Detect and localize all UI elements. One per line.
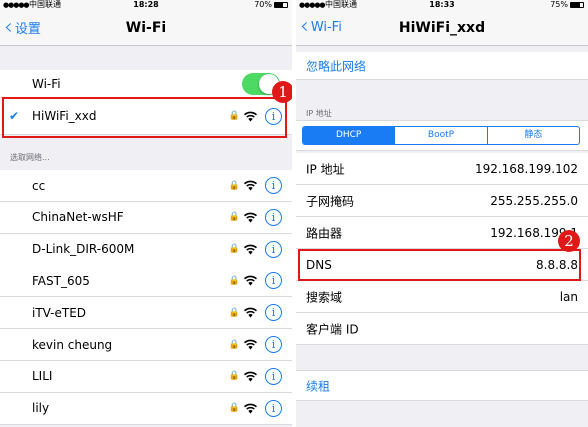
detail-value: 255.255.255.0 — [490, 193, 578, 208]
network-name: iTV-eTED — [32, 305, 87, 320]
wifi-signal-icon — [243, 403, 258, 414]
info-button[interactable]: i — [265, 304, 282, 322]
network-row[interactable]: FAST_605 🔒 i — [0, 265, 292, 298]
network-row[interactable]: iTV-eTED 🔒 i — [0, 297, 292, 330]
network-row[interactable]: kevin cheung 🔒 i — [0, 329, 292, 361]
lock-icon: 🔒 — [228, 275, 240, 286]
network-detail-screen: ●●●●● 中国联通 18:33 75% ‹ Wi-Fi HiWiFi_xxd … — [296, 0, 588, 427]
wifi-signal-icon — [243, 371, 258, 382]
battery-percent: 75% — [550, 0, 568, 9]
lock-icon: 🔒 — [228, 339, 240, 350]
wifi-signal-icon — [243, 180, 258, 191]
network-name: LILI — [32, 369, 53, 384]
wifi-signal-icon — [243, 307, 258, 318]
page-title: Wi-Fi — [125, 20, 167, 36]
network-name: kevin cheung — [32, 337, 113, 352]
info-button[interactable]: i — [265, 367, 282, 385]
detail-value: 192.168.199.102 — [474, 161, 578, 176]
forget-network-row[interactable]: 忽略此网络 — [296, 52, 588, 80]
network-name: lily — [32, 401, 50, 416]
network-row[interactable]: LILI 🔒 i — [0, 360, 292, 393]
navigation-bar: ‹ 设置 Wi-Fi — [0, 10, 292, 46]
detail-row: 路由器 192.168.199.1 — [296, 217, 588, 249]
step-badge-2: 2 — [558, 230, 580, 252]
wifi-signal-icon — [243, 244, 258, 255]
detail-key: 客户端 ID — [306, 322, 359, 336]
lock-icon: 🔒 — [228, 180, 240, 191]
detail-key: 路由器 — [306, 226, 343, 240]
info-button[interactable]: i — [265, 177, 282, 194]
detail-key: 搜索域 — [306, 290, 343, 304]
detail-row: 子网掩码 255.255.255.0 — [296, 185, 588, 217]
section-header: 选取网络... — [10, 153, 50, 162]
network-row[interactable]: cc 🔒 i — [0, 170, 292, 202]
detail-key: 子网掩码 — [306, 194, 355, 208]
wifi-label: Wi-Fi — [32, 76, 61, 91]
status-time: 18:33 — [429, 0, 455, 9]
wifi-toggle-row: Wi-Fi — [0, 70, 292, 98]
detail-key: IP 地址 — [306, 162, 345, 176]
wifi-signal-icon — [243, 339, 258, 350]
info-button[interactable]: i — [265, 399, 282, 417]
info-button[interactable]: i — [265, 208, 282, 226]
battery-percent: 70% — [254, 0, 272, 9]
status-bar: ●●●●● 中国联通 18:33 75% — [296, 0, 588, 10]
segment-dhcp[interactable]: DHCP — [303, 127, 395, 144]
status-time: 18:28 — [133, 0, 159, 9]
detail-row: IP 地址 192.168.199.102 — [296, 153, 588, 185]
lock-icon: 🔒 — [228, 212, 240, 223]
info-button[interactable]: i — [265, 336, 282, 353]
network-row[interactable]: D-Link_DIR-600M 🔒 i — [0, 233, 292, 266]
page-title: HiWiFi_xxd — [398, 20, 486, 36]
segment-static[interactable]: 静态 — [486, 127, 579, 144]
lock-icon: 🔒 — [228, 403, 240, 414]
network-name: ChinaNet-wsHF — [32, 210, 124, 225]
ip-section-header: IP 地址 — [306, 109, 332, 118]
ip-mode-segmented-control[interactable]: DHCP BootP 静态 — [302, 126, 580, 145]
detail-row: 客户端 ID — [296, 313, 588, 345]
network-name: D-Link_DIR-600M — [32, 242, 135, 257]
highlight-box — [298, 249, 581, 281]
status-bar: ●●●●● 中国联通 18:28 70% — [0, 0, 292, 10]
segment-bootp[interactable]: BootP — [394, 127, 486, 144]
lock-icon: 🔒 — [228, 307, 240, 318]
highlight-box — [2, 97, 287, 138]
battery-icon — [274, 2, 288, 8]
renew-lease-row[interactable]: 续租 — [296, 370, 588, 401]
wifi-signal-icon — [243, 275, 258, 286]
battery-icon — [570, 2, 584, 8]
forget-network-link[interactable]: 忽略此网络 — [306, 57, 366, 74]
network-name: cc — [32, 178, 46, 193]
lock-icon: 🔒 — [228, 371, 240, 382]
detail-value: lan — [559, 289, 578, 304]
lock-icon: 🔒 — [228, 244, 240, 255]
info-button[interactable]: i — [265, 272, 282, 290]
renew-lease-link[interactable]: 续租 — [306, 377, 330, 394]
detail-row: 搜索域 lan — [296, 281, 588, 313]
network-row[interactable]: lily 🔒 i — [0, 392, 292, 425]
step-badge-1: 1 — [272, 81, 292, 103]
network-name: FAST_605 — [32, 273, 90, 288]
wifi-signal-icon — [243, 212, 258, 223]
network-row[interactable]: ChinaNet-wsHF 🔒 i — [0, 201, 292, 234]
info-button[interactable]: i — [265, 240, 282, 258]
navigation-bar: ‹ Wi-Fi HiWiFi_xxd — [296, 10, 588, 46]
wifi-list-screen: ●●●●● 中国联通 18:28 70% ‹ 设置 Wi-Fi Wi-Fi ✔ … — [0, 0, 292, 427]
